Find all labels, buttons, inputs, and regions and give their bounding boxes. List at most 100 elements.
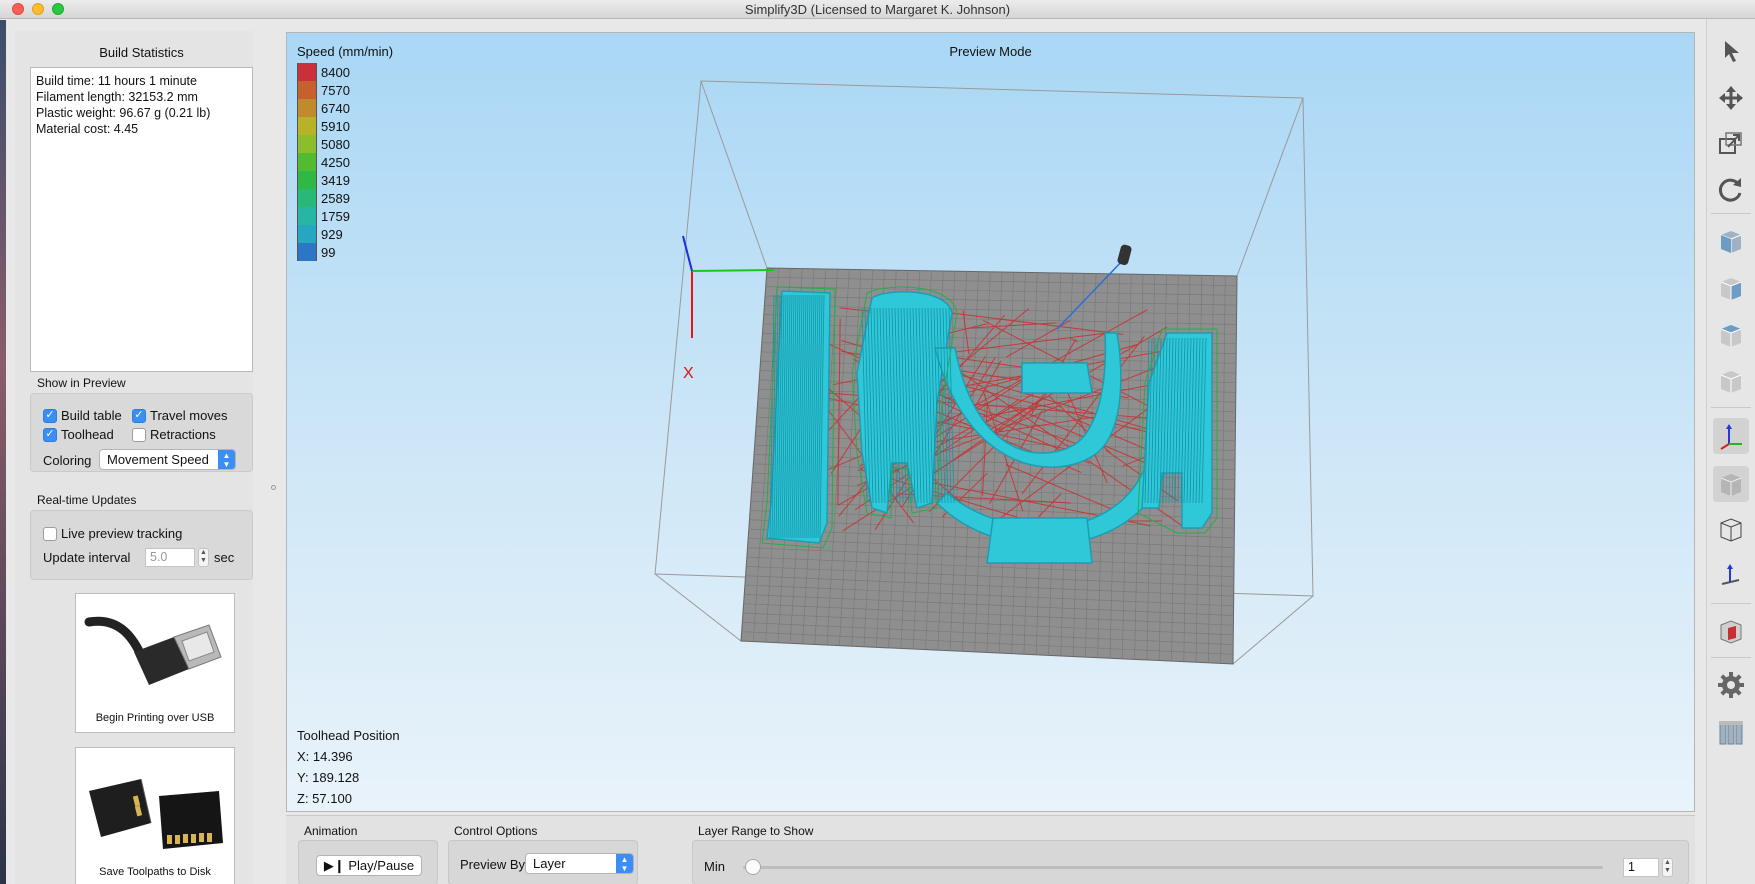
- move-icon[interactable]: [1713, 80, 1749, 116]
- layer-min-slider-handle[interactable]: [745, 859, 761, 875]
- left-panel: Build Statistics Build time: 11 hours 1 …: [15, 31, 253, 884]
- axes-icon[interactable]: [1713, 418, 1749, 454]
- legend-item: 5910: [297, 117, 350, 135]
- usb-cable-image: [79, 597, 231, 709]
- toolhead-option[interactable]: ✓ Toolhead: [43, 427, 114, 442]
- legend-value: 7570: [321, 82, 350, 98]
- legend-value: 2589: [321, 190, 350, 206]
- preview-by-select[interactable]: Layer ▲ ▼: [525, 853, 634, 874]
- x-axis-label: X: [683, 365, 694, 382]
- legend-item: 8400: [297, 63, 350, 81]
- layer-min-slider-track[interactable]: [743, 866, 1603, 869]
- coloring-value: Movement Speed: [107, 452, 209, 467]
- legend-swatch: [297, 135, 317, 153]
- build-table-checkbox[interactable]: ✓: [43, 408, 57, 423]
- legend-item: 929: [297, 225, 350, 243]
- settings-icon[interactable]: [1713, 667, 1749, 703]
- toolhead-position: Toolhead Position X: 14.396 Y: 189.128 Z…: [297, 725, 400, 809]
- toolhead-x: X: 14.396: [297, 749, 353, 764]
- update-interval-label: Update interval: [43, 550, 131, 565]
- desktop-background: [0, 20, 6, 884]
- legend-item: 6740: [297, 99, 350, 117]
- normal-axis-icon[interactable]: [1713, 558, 1749, 594]
- toolbar-divider: [1711, 657, 1751, 658]
- legend-item: 3419: [297, 171, 350, 189]
- toolbar-divider: [1711, 603, 1751, 604]
- realtime-updates-group: Live preview tracking Update interval 5.…: [30, 510, 253, 580]
- legend-item: 1759: [297, 207, 350, 225]
- legend-value: 6740: [321, 100, 350, 116]
- right-toolbar: [1706, 19, 1755, 884]
- rotate-icon[interactable]: [1713, 171, 1749, 207]
- chevron-updown-icon: ▲ ▼: [616, 854, 633, 873]
- build-statistics-box: Build time: 11 hours 1 minute Filament l…: [30, 67, 253, 372]
- coloring-select[interactable]: Movement Speed ▲ ▼: [99, 449, 236, 470]
- supports-icon[interactable]: [1713, 715, 1749, 751]
- view-iso-icon[interactable]: [1713, 363, 1749, 399]
- build-table-option[interactable]: ✓ Build table: [43, 408, 122, 423]
- legend-value: 8400: [321, 64, 350, 80]
- legend-swatch: [297, 189, 317, 207]
- toolbar-divider: [1711, 407, 1751, 408]
- toolhead-checkbox[interactable]: ✓: [43, 427, 57, 442]
- layer-min-stepper[interactable]: ▲ ▼: [1662, 858, 1673, 877]
- legend-swatch: [297, 153, 317, 171]
- preview-controls: Animation ▶❙ Play/Pause Control Options …: [286, 815, 1695, 884]
- control-options-group: Preview By Layer ▲ ▼: [448, 840, 638, 884]
- wireframe-view-icon[interactable]: [1713, 511, 1749, 547]
- legend-value: 929: [321, 226, 343, 242]
- chevron-updown-icon: ▲ ▼: [218, 450, 235, 469]
- legend-item: 5080: [297, 135, 350, 153]
- layer-min-label: Min: [704, 859, 725, 874]
- toolhead-z: Z: 57.100: [297, 791, 352, 806]
- sd-card-image: [79, 751, 231, 863]
- retractions-checkbox[interactable]: [132, 427, 146, 442]
- legend-value: 5080: [321, 136, 350, 152]
- view-side-icon[interactable]: [1713, 270, 1749, 306]
- update-interval-stepper[interactable]: ▲ ▼: [198, 548, 209, 567]
- update-interval-unit: sec: [214, 550, 235, 565]
- layer-range-group: Min 1 ▲ ▼: [692, 840, 1689, 884]
- live-preview-checkbox[interactable]: [43, 526, 57, 541]
- speed-legend: 8400 7570 6740 5910 5080 4250 3419 2589 1759 929 9…: [297, 63, 350, 261]
- preview-mode-title: Preview Mode: [949, 44, 1032, 59]
- play-pause-button[interactable]: ▶❙ Play/Pause: [316, 855, 422, 876]
- play-pause-label: Play/Pause: [348, 858, 415, 873]
- legend-swatch: [297, 171, 317, 189]
- stat-build-time: Build time: 11 hours 1 minute: [36, 74, 197, 88]
- cross-section-icon[interactable]: [1713, 613, 1749, 649]
- legend-value: 4250: [321, 154, 350, 170]
- preview-viewport[interactable]: X Speed (mm/min) 8400 7570 6740 5910 5080 425…: [286, 32, 1695, 812]
- panel-splitter-handle[interactable]: [271, 485, 276, 490]
- title-bar: Simplify3D (Licensed to Margaret K. John…: [0, 0, 1755, 19]
- legend-swatch: [297, 207, 317, 225]
- build-statistics-heading: Build Statistics: [99, 45, 184, 60]
- update-interval-input[interactable]: 5.0: [145, 548, 195, 567]
- toolhead-position-title: Toolhead Position: [297, 728, 400, 743]
- scale-icon[interactable]: [1713, 125, 1749, 161]
- view-top-icon[interactable]: [1713, 317, 1749, 353]
- print-usb-button[interactable]: Begin Printing over USB: [75, 593, 235, 733]
- build-table-label: Build table: [61, 408, 122, 423]
- legend-swatch: [297, 225, 317, 243]
- layer-min-input[interactable]: 1: [1623, 858, 1659, 877]
- solid-view-icon[interactable]: [1713, 466, 1749, 502]
- retractions-option[interactable]: Retractions: [132, 427, 216, 442]
- show-in-preview-heading: Show in Preview: [37, 376, 126, 390]
- travel-moves-option[interactable]: ✓ Travel moves: [132, 408, 228, 423]
- usb-caption: Begin Printing over USB: [95, 712, 215, 724]
- travel-moves-checkbox[interactable]: ✓: [132, 408, 146, 423]
- live-preview-option[interactable]: Live preview tracking: [43, 526, 182, 541]
- animation-group: ▶❙ Play/Pause: [298, 840, 438, 884]
- legend-swatch: [297, 81, 317, 99]
- legend-value: 1759: [321, 208, 350, 224]
- legend-swatch: [297, 63, 317, 81]
- toolbar-divider: [1711, 213, 1751, 214]
- coloring-label: Coloring: [43, 453, 92, 468]
- legend-swatch: [297, 117, 317, 135]
- window-title: Simplify3D (Licensed to Margaret K. John…: [744, 2, 1011, 17]
- legend-swatch: [297, 99, 317, 117]
- view-front-icon[interactable]: [1713, 223, 1749, 259]
- save-to-disk-button[interactable]: Save Toolpaths to Disk: [75, 747, 235, 884]
- select-icon[interactable]: [1713, 33, 1749, 69]
